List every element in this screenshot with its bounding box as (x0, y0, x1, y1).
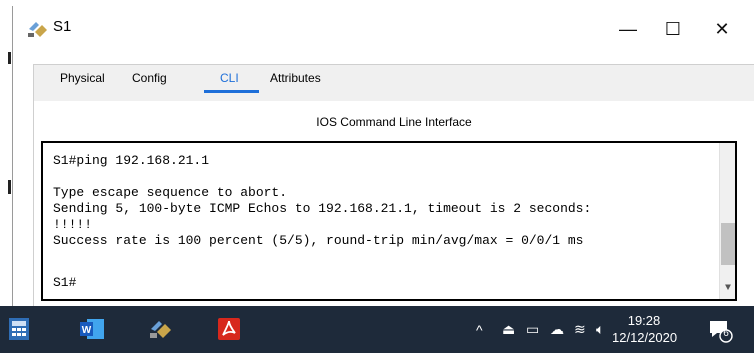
tab-cli[interactable]: CLI (220, 71, 239, 85)
maximize-button[interactable]: ☐ (650, 6, 696, 52)
calculator-icon (9, 318, 29, 340)
close-button[interactable]: ✕ (699, 6, 745, 52)
close-icon: ✕ (714, 18, 730, 39)
chevron-up-icon: ^ (476, 321, 483, 338)
acrobat-taskbar-button[interactable] (214, 314, 244, 344)
window-title: S1 (53, 18, 72, 35)
tray-item[interactable]: ⏏ (502, 306, 515, 353)
tab-attributes[interactable]: Attributes (270, 71, 321, 85)
packet-tracer-icon (150, 321, 171, 338)
notification-count: 6 (723, 328, 729, 339)
calculator-taskbar-button[interactable] (4, 314, 34, 344)
active-tab-indicator (204, 90, 259, 93)
tray-item[interactable]: ▭ (526, 306, 539, 353)
title-bar: S1 — ☐ ✕ (13, 6, 754, 52)
console-line: Sending 5, 100-byte ICMP Echos to 192.16… (53, 201, 592, 216)
tab-physical[interactable]: Physical (60, 71, 105, 85)
console-line: Type escape sequence to abort. (53, 185, 288, 200)
tray-item[interactable]: ☁ (550, 306, 564, 353)
taskbar: W ^ ⏏ ▭ ☁ ≋ 🔈︎ 19:28 12/12/2020 6 (0, 306, 754, 353)
taskbar-clock[interactable]: 19:28 12/12/2020 (612, 312, 678, 346)
minimize-button[interactable]: — (605, 6, 651, 52)
tab-bar: Physical Config CLI Attributes (34, 65, 354, 97)
app-window: S1 — ☐ ✕ Physical Config CLI Attributes … (12, 6, 754, 307)
show-hidden-icons-button[interactable]: ^ (476, 306, 483, 353)
packet-tracer-app-icon (28, 22, 47, 37)
onedrive-cloud-icon: ☁ (550, 321, 564, 337)
maximize-icon: ☐ (664, 18, 682, 39)
console-line: Success rate is 100 percent (5/5), round… (53, 233, 584, 248)
svg-text:W: W (82, 325, 92, 336)
acrobat-icon (218, 318, 240, 340)
word-taskbar-button[interactable]: W (77, 314, 107, 344)
battery-icon: ▭ (526, 321, 540, 337)
background-strip (0, 0, 12, 353)
volume-icon: 🔈︎ (596, 321, 605, 337)
panel-title: IOS Command Line Interface (316, 115, 472, 129)
scroll-down-icon[interactable]: ▼ (720, 283, 736, 297)
console-prompt: S1# (53, 275, 77, 290)
packet-tracer-taskbar-button[interactable] (146, 314, 176, 344)
console-scrollbar[interactable]: ▼ (719, 143, 735, 299)
tray-item[interactable]: 🔈︎ (596, 306, 604, 353)
wifi-icon: ≋ (574, 321, 586, 337)
tray-item[interactable]: ≋ (574, 306, 586, 353)
tab-container: Physical Config CLI Attributes IOS Comma… (33, 64, 754, 307)
action-center-button[interactable]: 6 (707, 317, 733, 343)
scrollbar-thumb[interactable] (721, 223, 735, 265)
cli-panel: IOS Command Line Interface S1#ping 192.1… (34, 101, 754, 307)
cli-console[interactable]: S1#ping 192.168.21.1 Type escape sequenc… (41, 141, 737, 301)
console-line: !!!!! (53, 217, 93, 232)
clock-date: 12/12/2020 (612, 330, 678, 345)
minimize-icon: — (619, 18, 637, 39)
usb-icon: ⏏ (502, 321, 516, 337)
word-icon: W (80, 319, 104, 339)
tab-config[interactable]: Config (132, 71, 167, 85)
console-line: S1#ping 192.168.21.1 (53, 153, 210, 168)
background-mark (8, 180, 11, 194)
clock-time: 19:28 (627, 313, 661, 328)
background-mark (8, 52, 11, 64)
